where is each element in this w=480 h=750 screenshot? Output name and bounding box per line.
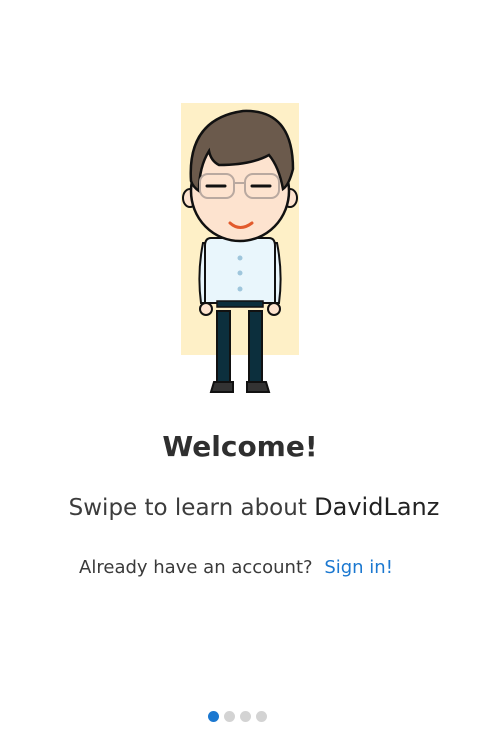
welcome-title: Welcome! (162, 430, 318, 463)
pager-dot[interactable] (208, 711, 219, 722)
pager-dot[interactable] (240, 711, 251, 722)
signin-link[interactable]: Sign in! (324, 557, 393, 578)
signin-row: Already have an account? Sign in! (0, 557, 472, 578)
page-indicator (208, 711, 267, 722)
welcome-subtitle: Swipe to learn about DavidLanz (0, 493, 480, 521)
brand-name: DavidLanz (314, 493, 440, 521)
subtitle-prefix: Swipe to learn about (68, 495, 315, 521)
pager-dot[interactable] (256, 711, 267, 722)
account-prompt: Already have an account? (79, 557, 313, 578)
avatar-illustration (181, 103, 299, 393)
welcome-screen: Welcome! Swipe to learn about DavidLanz … (0, 0, 480, 750)
pager-dot[interactable] (224, 711, 235, 722)
